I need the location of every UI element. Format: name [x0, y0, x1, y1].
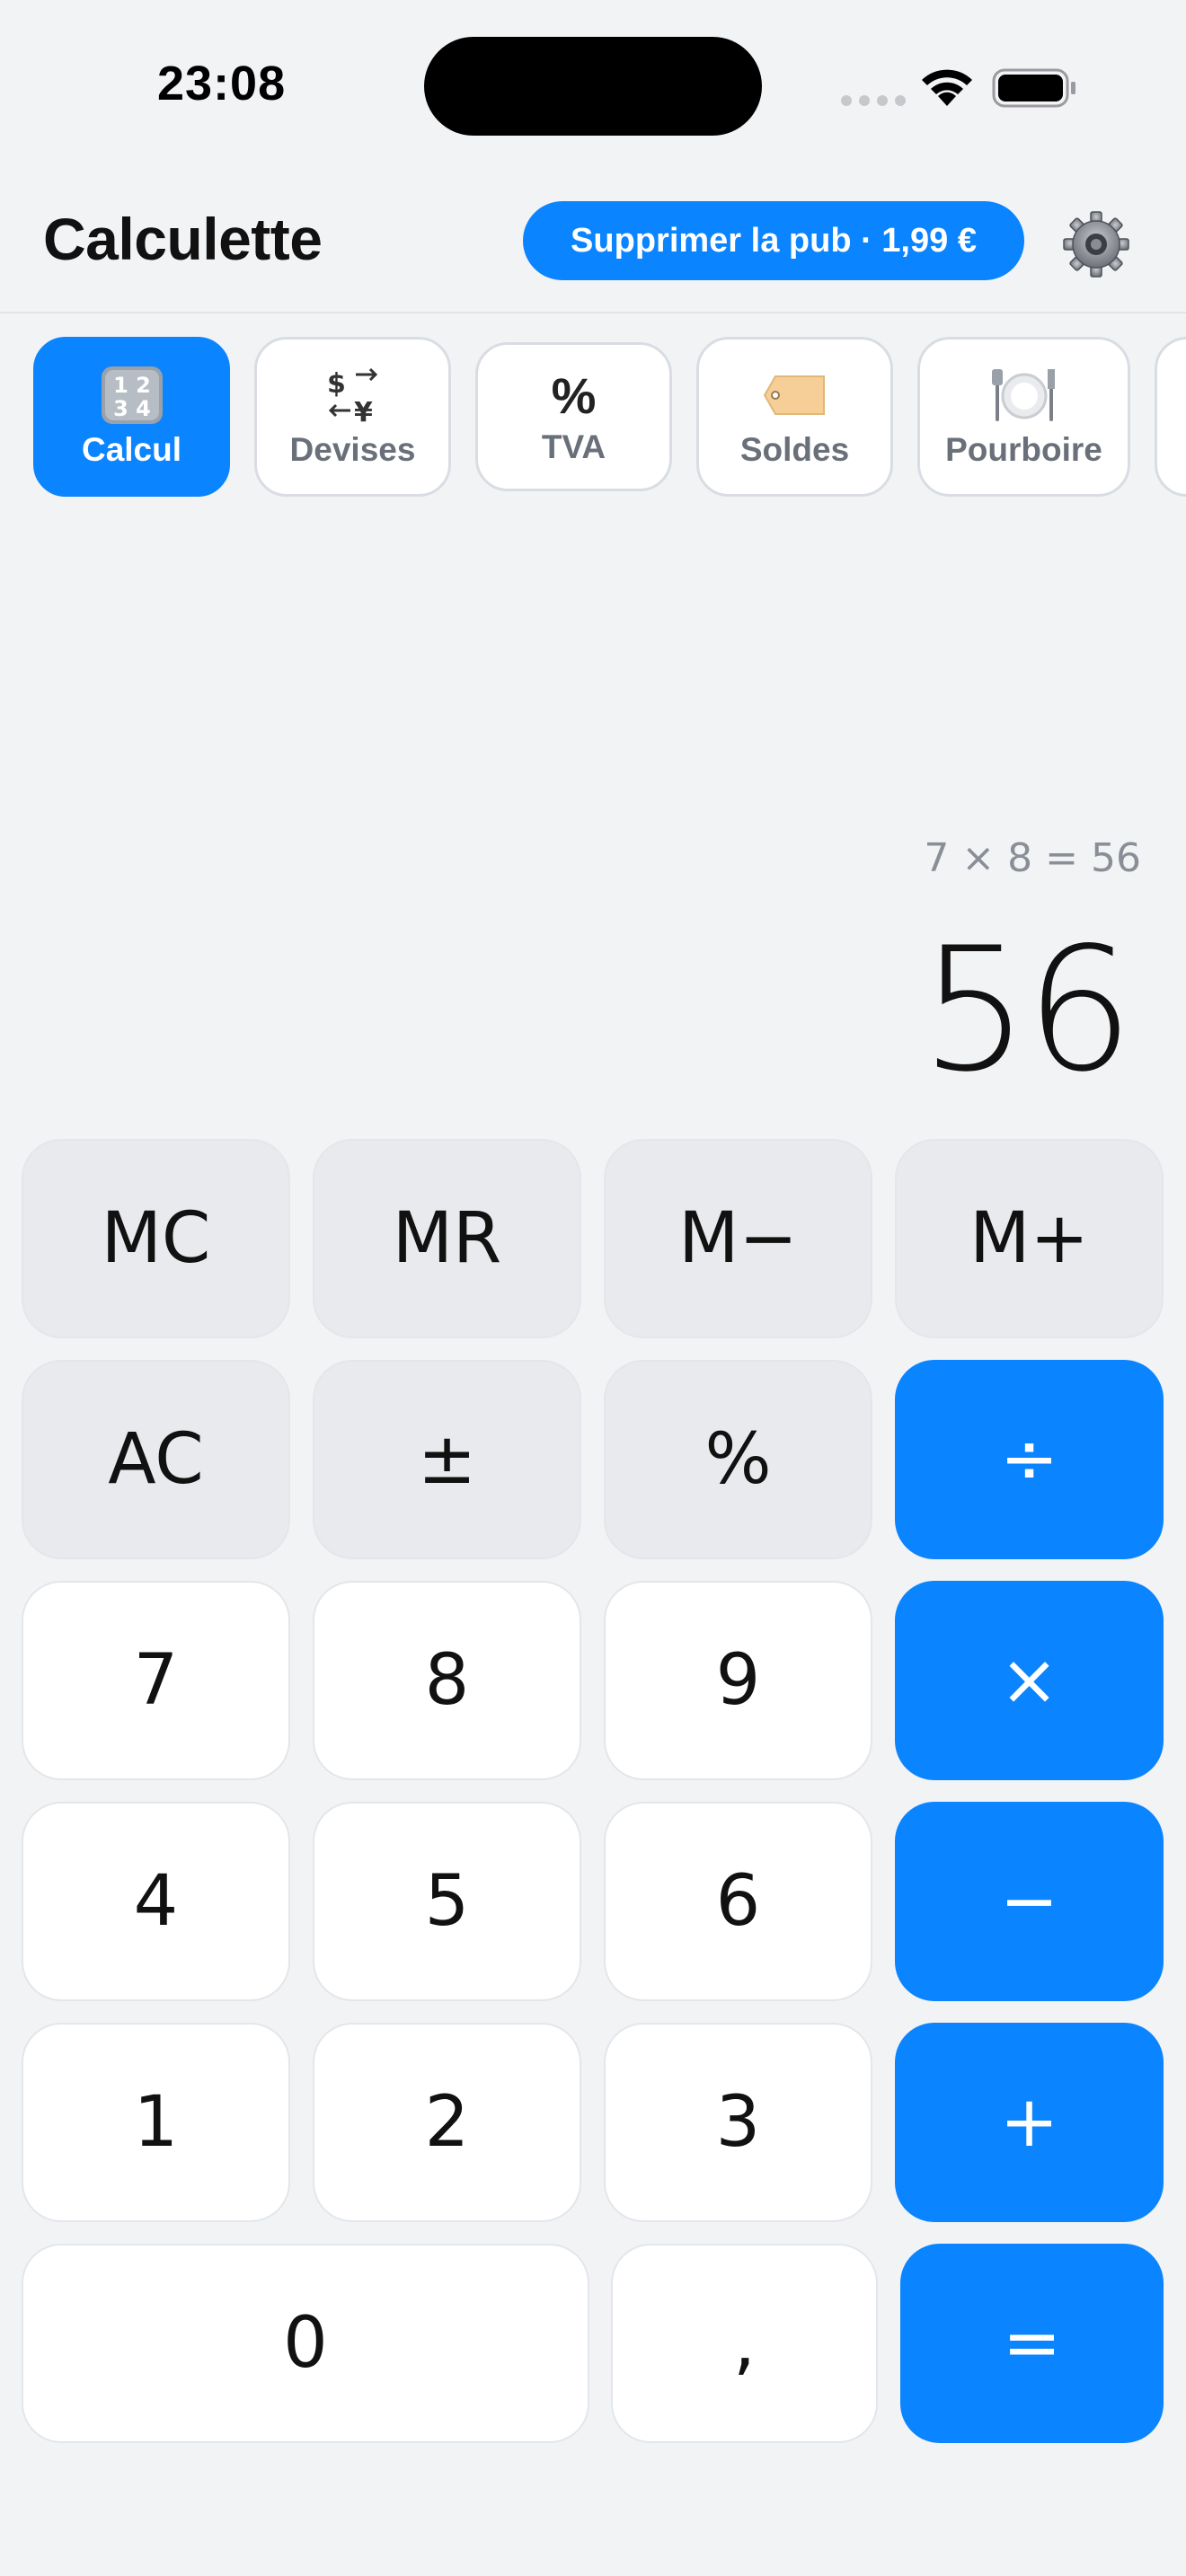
tab-label: TVA	[541, 428, 606, 465]
svg-text:3 4: 3 4	[113, 396, 151, 421]
currency-exchange-icon: $ ¥	[323, 366, 383, 425]
digit-0-button[interactable]: 0	[22, 2244, 589, 2443]
digit-7-button[interactable]: 7	[22, 1581, 290, 1780]
dynamic-island	[424, 37, 762, 136]
memory-recall-button[interactable]: MR	[313, 1139, 581, 1338]
expression-display: 7 × 8 = 56	[924, 835, 1141, 881]
cellular-signal-icon	[841, 95, 906, 106]
equals-button[interactable]: =	[900, 2244, 1164, 2443]
decimal-comma-button[interactable]: ,	[611, 2244, 878, 2443]
digit-2-button[interactable]: 2	[313, 2023, 581, 2222]
calculator-screen: 23:08 Calculette Supprimer la pub · 1,99…	[0, 0, 1186, 2576]
digit-3-button[interactable]: 3	[604, 2023, 872, 2222]
status-time: 23:08	[157, 57, 287, 110]
tab-devises[interactable]: $ ¥ Devises	[254, 337, 451, 497]
tab-label: Calcul	[81, 431, 182, 468]
svg-text:1 2: 1 2	[113, 373, 151, 398]
tab-label: Devises	[289, 431, 416, 468]
tab-more[interactable]	[1155, 337, 1186, 497]
percent-icon: %	[551, 366, 597, 424]
subtract-button[interactable]: −	[895, 1802, 1164, 2001]
wifi-icon	[922, 69, 972, 106]
tab-soldes[interactable]: Soldes	[696, 337, 893, 497]
gear-icon[interactable]	[1060, 208, 1132, 280]
digit-8-button[interactable]: 8	[313, 1581, 581, 1780]
price-tag-icon	[763, 366, 828, 425]
digit-9-button[interactable]: 9	[604, 1581, 872, 1780]
remove-ads-button[interactable]: Supprimer la pub · 1,99 €	[523, 201, 1024, 280]
memory-add-button[interactable]: M+	[895, 1139, 1164, 1338]
tab-pourboire[interactable]: Pourboire	[917, 337, 1130, 497]
tab-label: Pourboire	[945, 431, 1102, 468]
memory-clear-button[interactable]: MC	[22, 1139, 290, 1338]
battery-icon	[992, 68, 1075, 108]
percent-button[interactable]: %	[604, 1360, 872, 1559]
plate-cutlery-icon	[990, 366, 1058, 425]
digit-1-button[interactable]: 1	[22, 2023, 290, 2222]
digit-6-button[interactable]: 6	[604, 1802, 872, 2001]
tab-label: Soldes	[739, 431, 850, 468]
multiply-button[interactable]: ×	[895, 1581, 1164, 1780]
svg-text:$: $	[327, 368, 346, 400]
all-clear-button[interactable]: AC	[22, 1360, 290, 1559]
result-display: 56	[920, 911, 1134, 1109]
tab-tva[interactable]: % TVA	[475, 342, 672, 491]
digit-4-button[interactable]: 4	[22, 1802, 290, 2001]
digit-5-button[interactable]: 5	[313, 1802, 581, 2001]
tool-tabs: 1 2 3 4 Calcul $ ¥ Devises % TVA Soldes …	[0, 334, 1186, 501]
1234-icon: 1 2 3 4	[101, 366, 164, 425]
svg-text:¥: ¥	[354, 397, 373, 425]
app-title: Calculette	[43, 206, 323, 272]
divide-button[interactable]: ÷	[895, 1360, 1164, 1559]
plus-minus-button[interactable]: ±	[313, 1360, 581, 1559]
add-button[interactable]: +	[895, 2023, 1164, 2222]
memory-subtract-button[interactable]: M−	[604, 1139, 872, 1338]
header-divider	[0, 312, 1186, 313]
tab-calcul[interactable]: 1 2 3 4 Calcul	[33, 337, 230, 497]
